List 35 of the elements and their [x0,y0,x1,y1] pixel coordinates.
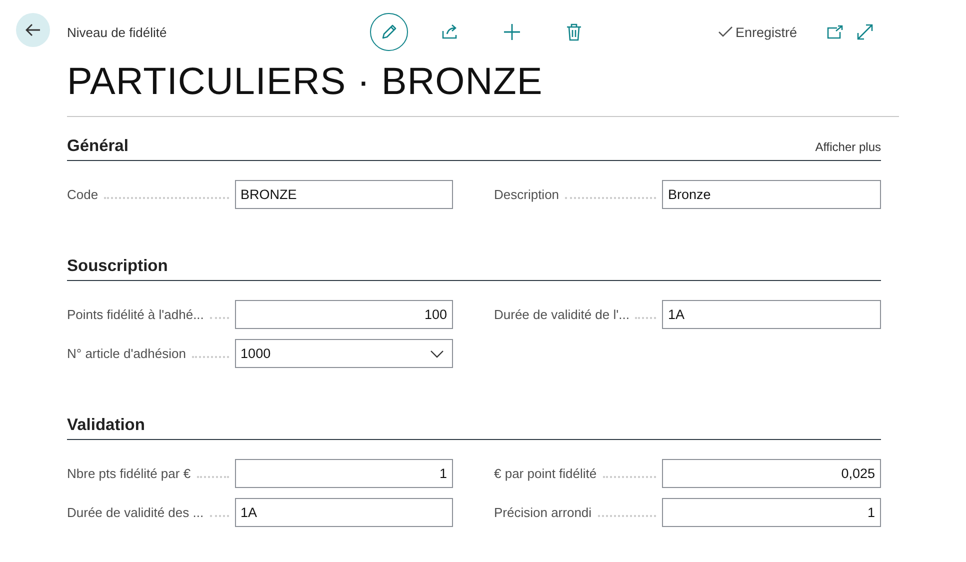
input-field[interactable]: 100 [234,300,453,329]
page-title: PARTICULIERS · BRONZE [67,64,544,105]
field-label: € par point fidélité [494,466,597,481]
field-label: Code [67,187,98,202]
breadcrumb: Niveau de fidélité [67,24,168,40]
pencil-icon [380,23,398,41]
section-title: Souscription [67,257,168,276]
share-icon [441,23,459,41]
show-more-link[interactable]: Afficher plus [815,140,881,154]
input-field[interactable]: BRONZE [234,180,453,209]
field-label: Description [494,187,560,202]
checkmark-icon [718,26,734,38]
input-field[interactable]: 1A [662,300,881,329]
edit-button[interactable] [370,13,408,51]
input-field[interactable]: 1 [662,498,881,527]
input-field[interactable]: 1A [234,498,453,527]
dropdown-field[interactable]: 1000 [234,339,453,368]
open-in-new-window-icon [827,25,843,39]
field-label: Points fidélité à l'adhé... [67,307,204,322]
input-field[interactable]: Bronze [662,180,881,209]
input-field[interactable]: 1 [234,459,453,488]
input-field[interactable]: 0,025 [662,459,881,488]
field-label: Durée de validité des ... [67,505,204,520]
trash-icon [566,23,582,41]
plus-icon [503,23,521,41]
field-label: Nbre pts fidélité par € [67,466,191,481]
section-title: Général [67,137,128,156]
field-label: N° article d'adhésion [67,346,186,361]
back-button[interactable] [16,13,50,47]
section-title: Validation [67,416,145,435]
chevron-down-icon [430,350,444,358]
field-label: Précision arrondi [494,505,592,520]
field-label: Durée de validité de l'... [494,307,630,322]
saved-status: Enregistré [735,24,797,40]
expand-icon [857,24,873,40]
